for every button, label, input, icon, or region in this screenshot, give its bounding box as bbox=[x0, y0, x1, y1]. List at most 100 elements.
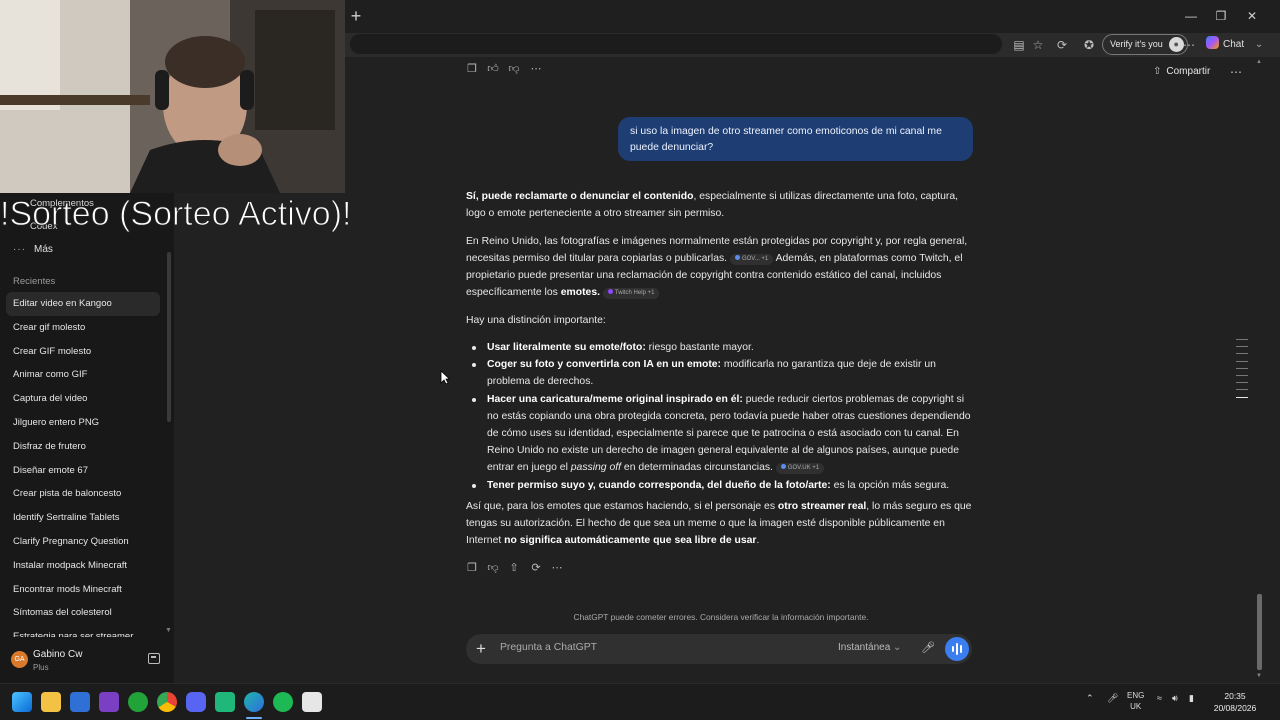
share-button[interactable]: ⇧ Compartir bbox=[1153, 66, 1210, 77]
favorites-icon[interactable]: ✪ bbox=[1081, 36, 1097, 54]
sidebar-item[interactable]: Instalar modpack Minecraft bbox=[6, 554, 160, 578]
sidebar-toggle-icon[interactable] bbox=[148, 653, 160, 664]
new-tab-button[interactable]: + bbox=[347, 6, 365, 26]
sidebar-item[interactable]: Crear gif molesto bbox=[6, 316, 160, 340]
discord-icon[interactable] bbox=[186, 692, 206, 712]
address-bar[interactable] bbox=[350, 34, 1002, 54]
citation-chip[interactable]: Twitch Help +1 bbox=[602, 288, 660, 300]
regenerate-icon[interactable]: ⟳ bbox=[528, 558, 544, 578]
more-label: Más bbox=[34, 244, 53, 255]
page-scrollbar[interactable] bbox=[1257, 594, 1262, 670]
answer-paragraph: Así que, para los emotes que estamos hac… bbox=[466, 500, 972, 547]
conversation-menu-icon[interactable]: ⋯ bbox=[1230, 65, 1242, 79]
sidebar-item[interactable]: Crear GIF molesto bbox=[6, 340, 160, 364]
sidebar-item[interactable]: Jilguero entero PNG bbox=[6, 411, 160, 435]
share-icon: ⇧ bbox=[1153, 66, 1162, 77]
close-window-button[interactable]: ✕ bbox=[1237, 6, 1267, 26]
share-label: Compartir bbox=[1166, 66, 1211, 77]
favorite-star-icon[interactable]: ☆ bbox=[1030, 36, 1046, 54]
conversation-outline[interactable] bbox=[1236, 339, 1248, 404]
model-selector[interactable]: Instantánea ⌄ bbox=[838, 642, 901, 653]
volume-icon[interactable]: 🔊︎ bbox=[1172, 693, 1178, 704]
more-icon[interactable]: ⋯ bbox=[528, 59, 544, 79]
app-icon[interactable] bbox=[99, 692, 119, 712]
chrome-icon[interactable] bbox=[157, 692, 177, 712]
more-dots-icon: ··· bbox=[13, 244, 26, 255]
scroll-down-arrow-icon[interactable]: ▼ bbox=[165, 627, 172, 634]
spotify-icon[interactable] bbox=[273, 692, 293, 712]
prompt-input[interactable]: Pregunta a ChatGPT bbox=[500, 642, 597, 653]
sidebar-item[interactable]: Síntomas del colesterol bbox=[6, 601, 160, 625]
sidebar-item[interactable]: Disfraz de frutero bbox=[6, 435, 160, 459]
copy-icon[interactable]: ❐ bbox=[464, 558, 480, 578]
citation-chip[interactable]: GOV.UK +1 bbox=[775, 463, 825, 475]
user-plan: Plus bbox=[33, 663, 49, 672]
sidebar-item[interactable]: Captura del video bbox=[6, 387, 160, 411]
thumbs-down-icon[interactable]: 👎︎ bbox=[506, 59, 522, 79]
scroll-down-arrow-icon[interactable]: ▼ bbox=[1256, 673, 1262, 679]
list-item: Usar literalmente su emote/foto: riesgo … bbox=[466, 339, 976, 356]
mouse-cursor-icon bbox=[440, 370, 450, 385]
xbox-icon[interactable] bbox=[128, 692, 148, 712]
copilot-chat-button[interactable]: Chat ⌄ bbox=[1206, 36, 1263, 54]
sidebar-item[interactable]: Identify Sertraline Tablets bbox=[6, 506, 160, 530]
system-clock[interactable]: 20:35 20/08/2026 bbox=[1210, 690, 1260, 714]
file-explorer-icon[interactable] bbox=[41, 692, 61, 712]
list-item: Hacer una caricatura/meme original inspi… bbox=[466, 391, 976, 477]
extensions-icon[interactable]: ⟳ bbox=[1054, 36, 1070, 54]
thumbs-up-icon[interactable]: 👍︎ bbox=[485, 59, 501, 79]
sidebar-item[interactable]: Editar video en Kangoo bbox=[6, 292, 160, 316]
list-item: Tener permiso suyo y, cuando corresponda… bbox=[466, 477, 976, 494]
user-avatar[interactable]: GA bbox=[11, 651, 28, 668]
verify-profile-button[interactable]: Verify it's you ● bbox=[1102, 34, 1188, 55]
wifi-icon[interactable]: ≈ bbox=[1157, 693, 1162, 703]
windows-taskbar: ⌃ 🎤︎ ENG UK ≈ 🔊︎ ▮ 20:35 20/08/2026 bbox=[0, 683, 1280, 720]
answer-paragraph: En Reino Unido, las fotografías e imágen… bbox=[466, 235, 968, 300]
reading-view-icon[interactable]: ▤ bbox=[1011, 36, 1027, 54]
chevron-down-icon: ⌄ bbox=[1254, 39, 1264, 50]
restore-button[interactable]: ❐ bbox=[1206, 6, 1236, 26]
app-white-icon[interactable] bbox=[302, 692, 322, 712]
start-icon[interactable] bbox=[12, 692, 32, 712]
battery-icon[interactable]: ▮ bbox=[1189, 693, 1194, 704]
sidebar-item[interactable]: Diseñar emote 67 bbox=[6, 459, 160, 483]
tray-chevron-icon[interactable]: ⌃ bbox=[1086, 693, 1094, 704]
sidebar-item[interactable]: Clarify Pregnancy Question bbox=[6, 530, 160, 554]
microphone-icon[interactable]: 🎤︎ bbox=[921, 641, 935, 657]
share-message-icon[interactable]: ⇧ bbox=[506, 558, 522, 578]
language-indicator[interactable]: ENG UK bbox=[1127, 690, 1144, 712]
verify-label: Verify it's you bbox=[1110, 39, 1163, 49]
active-app-indicator bbox=[246, 717, 262, 719]
list-item: Coger su foto y convertirla con IA en un… bbox=[466, 356, 976, 390]
sidebar-more[interactable]: ··· Más bbox=[13, 244, 53, 255]
disclaimer: ChatGPT puede cometer errores. Considera… bbox=[573, 612, 869, 622]
edge-icon[interactable] bbox=[244, 692, 264, 712]
webcam-feed bbox=[0, 0, 345, 193]
scroll-up-arrow-icon[interactable]: ▲ bbox=[1256, 59, 1262, 65]
stream-overlay-text: !Sorteo (Sorteo Activo)! bbox=[0, 195, 352, 234]
app-green-icon[interactable] bbox=[215, 692, 235, 712]
minimize-button[interactable]: — bbox=[1176, 6, 1206, 26]
sidebar-item[interactable]: Crear pista de baloncesto bbox=[6, 482, 160, 506]
assistant-message: Sí, puede reclamarte o denunciar el cont… bbox=[466, 188, 976, 560]
attach-plus-icon[interactable]: + bbox=[476, 639, 486, 659]
citation-chip[interactable]: GOV... +1 bbox=[729, 253, 774, 265]
store-icon[interactable] bbox=[70, 692, 90, 712]
answer-list: Usar literalmente su emote/foto: riesgo … bbox=[466, 339, 976, 494]
feedback-icon[interactable]: 👎︎ bbox=[485, 558, 501, 578]
recents-heading: Recientes bbox=[13, 276, 56, 287]
sidebar-item[interactable]: Encontrar mods Minecraft bbox=[6, 578, 160, 602]
more-icon[interactable]: ⋯ bbox=[549, 558, 565, 578]
answer-paragraph: Hay una distinción importante: bbox=[466, 314, 606, 326]
voice-mode-button[interactable] bbox=[945, 637, 969, 661]
sidebar-scrollbar[interactable] bbox=[167, 252, 171, 422]
microphone-tray-icon[interactable]: 🎤︎ bbox=[1107, 693, 1118, 704]
sidebar-item[interactable]: Estrategia para ser streamer bbox=[6, 625, 160, 637]
copy-icon[interactable]: ❐ bbox=[464, 59, 480, 79]
user-message: si uso la imagen de otro streamer como e… bbox=[618, 117, 973, 161]
chevron-down-icon: ⌄ bbox=[893, 642, 902, 653]
more-menu-icon[interactable]: ⋯ bbox=[1181, 36, 1197, 54]
user-name[interactable]: Gabino Cw bbox=[33, 649, 82, 660]
sidebar-item[interactable]: Animar como GIF bbox=[6, 363, 160, 387]
composer: + Pregunta a ChatGPT Instantánea ⌄ 🎤︎ bbox=[466, 634, 972, 664]
